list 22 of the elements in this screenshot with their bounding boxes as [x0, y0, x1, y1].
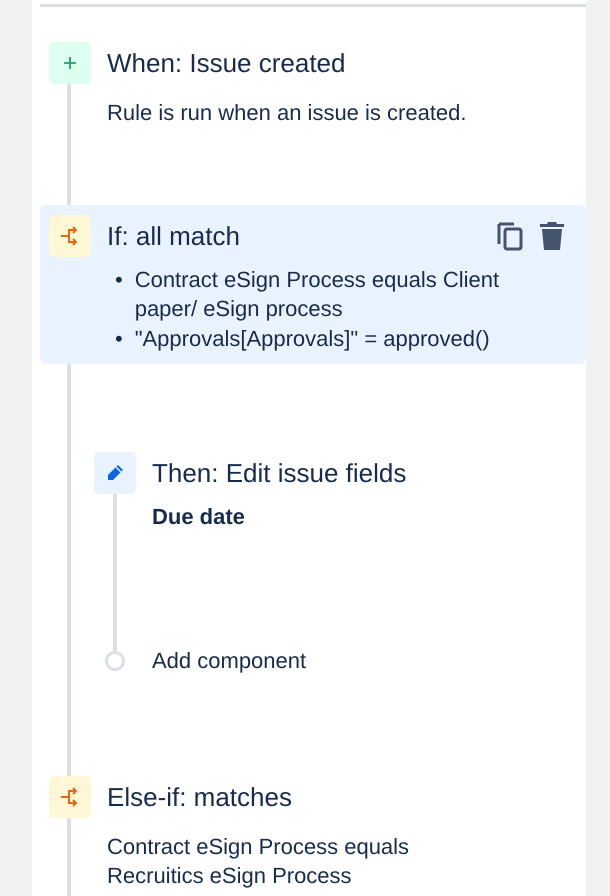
field-name: Due date: [152, 504, 246, 530]
branch-icon: [49, 776, 91, 818]
component-title[interactable]: When: Issue created: [107, 48, 346, 78]
trigger-icon: [49, 42, 91, 84]
component-description: Rule is run when an issue is created.: [107, 99, 468, 127]
bullet: •: [115, 325, 123, 353]
branch-icon: [49, 215, 91, 257]
condition-item: Contract eSign Process equals Client paper/ eSign process: [134, 266, 500, 323]
bullet: •: [115, 266, 123, 294]
component-row[interactable]: When: Issue created Rule is run when an issue is created.: [40, 42, 586, 127]
add-component-link[interactable]: Add component: [152, 648, 306, 674]
selected-component-card[interactable]: If: all match • Contract eSign Process equals Client paper/ eSign process • "Approvals[Approvals]" = approved(): [40, 205, 586, 364]
delete-icon[interactable]: [538, 220, 566, 252]
copy-icon[interactable]: [496, 220, 524, 252]
component-description: Contract eSign Process equals Recruitics eSign Process: [107, 833, 410, 890]
component-row[interactable]: Then: Edit issue fields Due date: [94, 452, 586, 530]
condition-item: "Approvals[Approvals]" = approved(): [134, 325, 490, 353]
component-title[interactable]: If: all match: [107, 220, 240, 252]
component-row[interactable]: Else-if: matches Contract eSign Process equals Recruitics eSign Process: [40, 776, 586, 890]
pencil-icon: [94, 452, 136, 494]
component-title[interactable]: Else-if: matches: [107, 782, 292, 812]
component-title[interactable]: Then: Edit issue fields: [152, 458, 406, 488]
